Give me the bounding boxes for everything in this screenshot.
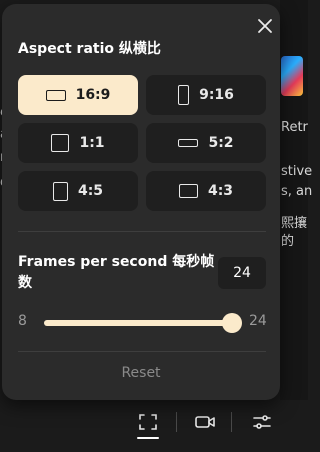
aspect-option-label: 16:9 [75,87,111,103]
aspect-option-label: 4:5 [77,183,104,199]
portrait-tall-icon [178,85,190,105]
section-divider [18,231,266,232]
aspect-option-5-2[interactable]: 5:2 [146,123,266,163]
aspect-option-4-5[interactable]: 4:5 [18,171,138,211]
aspect-option-label: 1:1 [79,135,105,151]
aspect-ratio-title: Aspect ratio 纵横比 [18,41,161,57]
fps-slider-max-label: 24 [249,313,267,329]
portrait-icon [52,181,68,201]
close-icon [258,19,272,33]
landscape-icon [178,184,198,198]
background-thumbnail [281,56,303,96]
toolbar-divider-1 [176,412,177,432]
aspect-option-label: 5:2 [208,135,234,151]
landscape-wide-icon [45,89,66,101]
fps-slider-min-label: 8 [18,313,27,329]
landscape-ultrawide-icon [178,139,199,147]
toolbar-divider-2 [231,412,232,432]
close-button[interactable] [255,16,275,36]
background-text-line2: s, an [281,184,313,199]
aspect-option-9-16[interactable]: 9:16 [146,75,266,115]
reset-divider [18,351,266,352]
background-text-retro: Retr [281,120,308,135]
aspect-option-1-1[interactable]: 1:1 [18,123,138,163]
crop-tab-indicator [137,437,159,439]
background-text-line3: 熙攘 [281,216,308,231]
aspect-option-4-3[interactable]: 4:3 [146,171,266,211]
crop-icon[interactable] [136,410,160,434]
square-icon [51,134,70,152]
fps-value-field[interactable]: 24 [218,257,266,289]
fps-label: Frames per second 每秒帧数 [18,254,215,291]
aspect-option-label: 9:16 [199,87,234,103]
video-camera-icon[interactable] [193,410,217,434]
fps-slider-track[interactable] [44,313,242,333]
aspect-option-label: 4:3 [207,183,234,199]
fps-slider-thumb[interactable] [222,313,242,333]
aspect-option-16-9[interactable]: 16:9 [18,75,138,115]
background-text-line4: 的 [281,234,295,249]
sliders-icon[interactable] [250,410,274,434]
background-text-line1: stive [281,164,313,179]
reset-button[interactable]: Reset [2,365,280,381]
fps-slider-fill [44,320,232,326]
aspect-ratio-panel: Aspect ratio 纵横比 16:9 9:16 1:1 5:2 4:5 4… [2,4,280,400]
